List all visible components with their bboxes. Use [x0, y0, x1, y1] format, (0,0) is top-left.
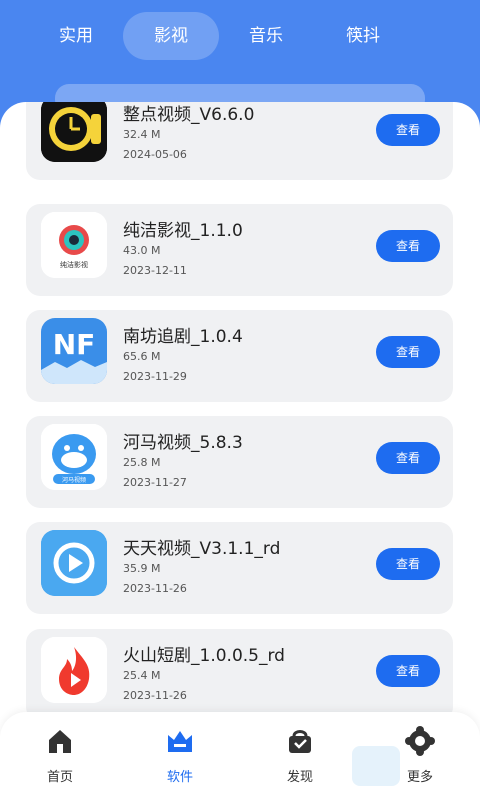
view-button[interactable]: 查看 [376, 655, 440, 687]
tab-music[interactable]: 音乐 [236, 12, 296, 60]
app-date: 2023-11-27 [123, 476, 187, 489]
nav-home[interactable]: 首页 [20, 726, 100, 790]
app-size: 35.9 M [123, 562, 161, 575]
nav-discover[interactable]: 发现 [260, 726, 340, 790]
app-size: 32.4 M [123, 128, 161, 141]
play-icon [41, 530, 107, 596]
app-name: 河马视频_5.8.3 [123, 433, 243, 453]
list-item[interactable]: 整点视频_V6.6.0 32.4 M 2024-05-06 查看 [26, 102, 453, 180]
tab-short-video[interactable]: 筷抖 [333, 12, 393, 60]
nav-label: 首页 [46, 770, 73, 785]
app-date: 2023-11-29 [123, 370, 187, 383]
list-item[interactable]: NF 南坊追剧_1.0.4 65.6 M 2023-11-29 查看 [26, 310, 453, 402]
flame-icon [41, 637, 107, 703]
app-name: 纯洁影视_1.1.0 [123, 221, 243, 241]
clock-film-icon [41, 102, 107, 162]
view-button[interactable]: 查看 [376, 442, 440, 474]
app-date: 2023-11-26 [123, 582, 187, 595]
crown-icon [168, 731, 192, 752]
app-date: 2023-11-26 [123, 689, 187, 702]
list-item[interactable]: 天天视频_V3.1.1_rd 35.9 M 2023-11-26 查看 [26, 522, 453, 614]
nav-label: 发现 [286, 770, 313, 785]
gear-icon [405, 726, 435, 756]
app-date: 2023-12-11 [123, 264, 187, 277]
nf-logo-icon: NF [41, 318, 107, 384]
app-size: 25.8 M [123, 456, 161, 469]
app-size: 25.4 M [123, 669, 161, 682]
app-size: 65.6 M [123, 350, 161, 363]
pure-film-icon: 纯洁影视 [41, 212, 107, 278]
view-button[interactable]: 查看 [376, 114, 440, 146]
list-item[interactable]: 火山短剧_1.0.0.5_rd 25.4 M 2023-11-26 查看 [26, 629, 453, 721]
app-list-panel[interactable]: 整点视频_V6.6.0 32.4 M 2024-05-06 查看 纯洁影视 纯洁… [0, 102, 480, 742]
home-icon [49, 730, 71, 753]
hippo-icon: 河马视频 [41, 424, 107, 490]
view-button[interactable]: 查看 [376, 336, 440, 368]
tab-video[interactable]: 影视 [123, 12, 219, 60]
app-size: 43.0 M [123, 244, 161, 257]
app-date: 2024-05-06 [123, 148, 187, 161]
app-name: 南坊追剧_1.0.4 [123, 327, 243, 347]
icon-caption: 河马视频 [61, 477, 86, 484]
app-name: 天天视频_V3.1.1_rd [123, 539, 281, 559]
tab-utility[interactable]: 实用 [46, 12, 106, 60]
app-name: 整点视频_V6.6.0 [123, 105, 255, 125]
list-item[interactable]: 纯洁影视 纯洁影视_1.1.0 43.0 M 2023-12-11 查看 [26, 204, 453, 296]
watermark [352, 746, 400, 786]
category-tabs: 实用 影视 音乐 筷抖 [0, 12, 480, 60]
bag-icon [289, 730, 311, 753]
bottom-navigation: 首页 软件 发现 更多 [0, 712, 480, 800]
view-button[interactable]: 查看 [376, 548, 440, 580]
app-name: 火山短剧_1.0.0.5_rd [123, 646, 285, 666]
nav-label: 软件 [166, 770, 193, 785]
list-item[interactable]: 河马视频 河马视频_5.8.3 25.8 M 2023-11-27 查看 [26, 416, 453, 508]
nav-software[interactable]: 软件 [140, 726, 220, 790]
view-button[interactable]: 查看 [376, 230, 440, 262]
icon-caption: 纯洁影视 [60, 261, 88, 269]
